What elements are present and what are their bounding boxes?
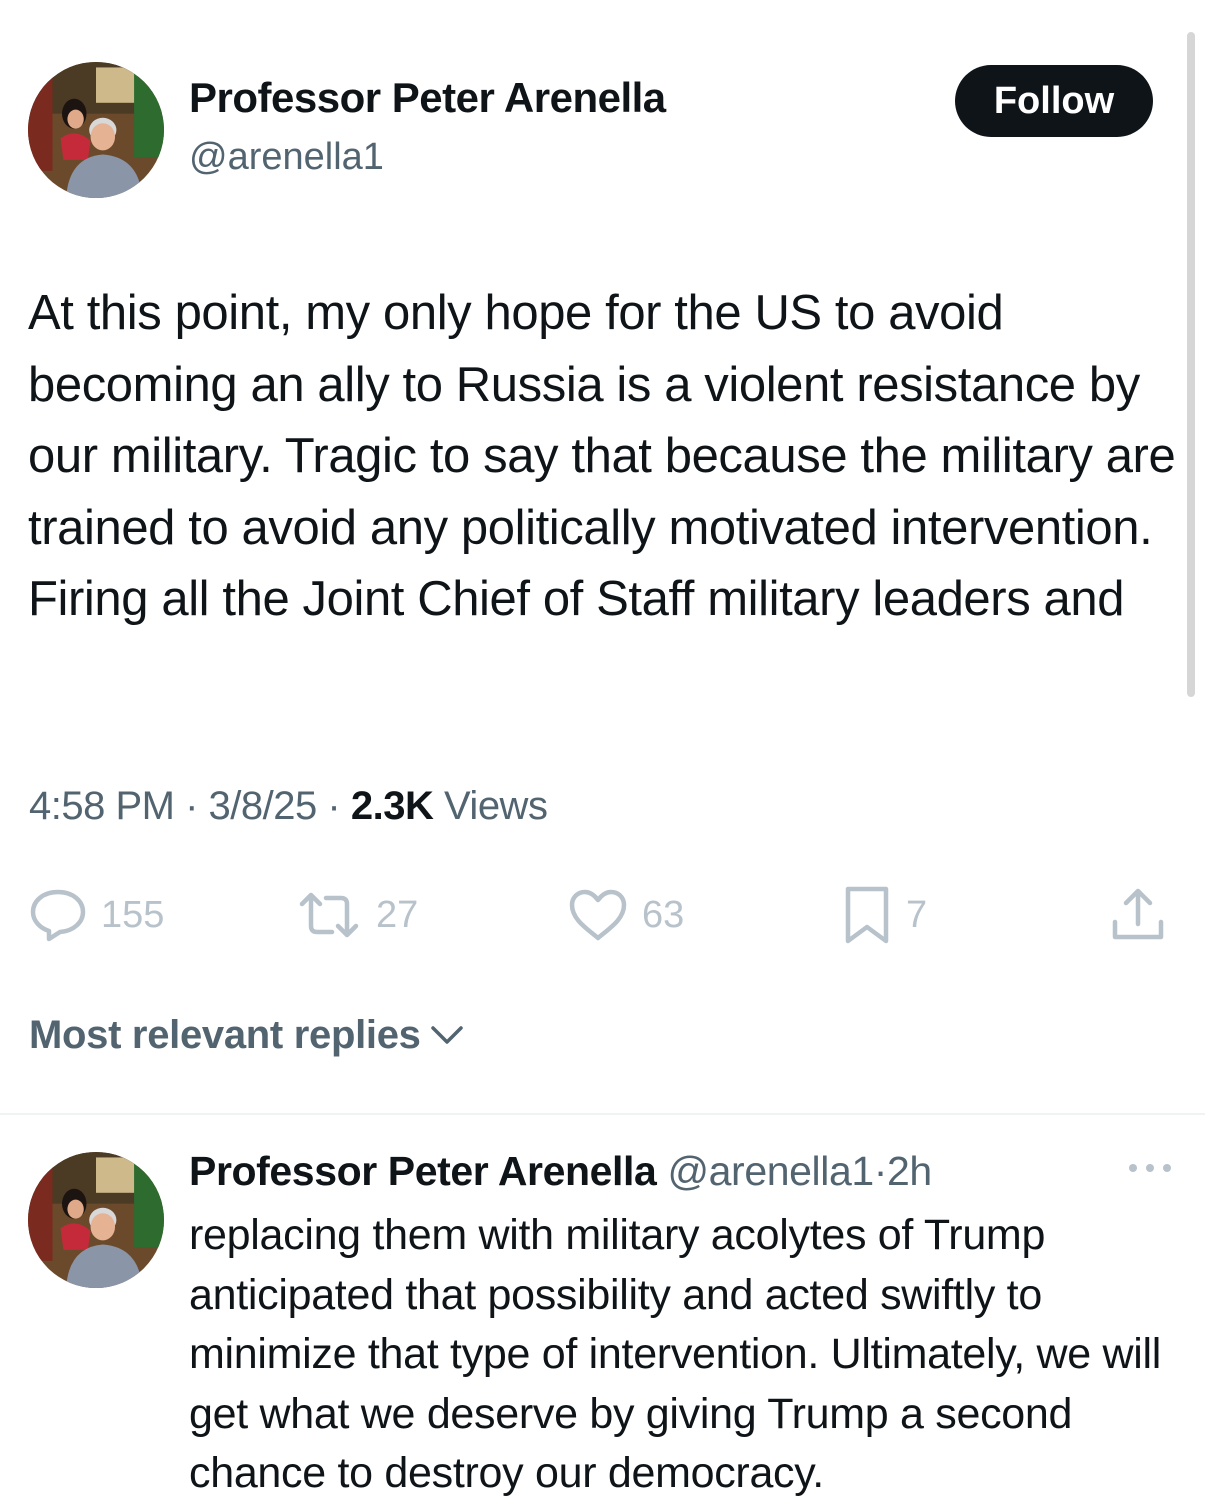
separator: · — [185, 784, 198, 828]
bookmark-icon — [842, 885, 892, 945]
repost-button[interactable]: 27 — [296, 885, 418, 945]
reply-avatar[interactable] — [28, 1152, 164, 1288]
reply-time[interactable]: 2h — [887, 1148, 932, 1194]
like-button[interactable]: 63 — [568, 885, 684, 945]
views-count: 2.3K — [350, 784, 434, 828]
author-name[interactable]: Professor Peter Arenella — [189, 74, 666, 122]
heart-icon — [568, 888, 628, 942]
bookmark-button[interactable]: 7 — [842, 885, 927, 945]
share-icon — [1110, 886, 1166, 944]
reply-header: Professor Peter Arenella @arenella1·2h — [189, 1148, 932, 1195]
reply-author-name[interactable]: Professor Peter Arenella — [189, 1148, 657, 1194]
separator: · — [873, 1148, 888, 1194]
avatar-photo — [28, 1152, 164, 1288]
more-options-button[interactable] — [1124, 1150, 1176, 1190]
replies-sort-label: Most relevant replies — [29, 1013, 421, 1057]
reply-icon — [29, 888, 87, 942]
tweet-date[interactable]: 3/8/25 — [209, 784, 318, 828]
bookmark-count: 7 — [906, 893, 928, 936]
replies-sort-dropdown[interactable]: Most relevant replies — [29, 1013, 465, 1058]
tweet-text: At this point, my only hope for the US t… — [28, 286, 1176, 627]
tweet-time[interactable]: 4:58 PM — [29, 784, 175, 828]
views-label: Views — [443, 784, 548, 828]
chevron-down-icon — [421, 1013, 465, 1058]
like-count: 63 — [642, 893, 685, 936]
separator: · — [327, 784, 341, 828]
repost-icon — [296, 890, 362, 940]
repost-count: 27 — [376, 893, 419, 936]
divider — [0, 1113, 1205, 1115]
author-handle[interactable]: @arenella1 — [189, 136, 384, 179]
more-icon — [1126, 1161, 1174, 1179]
share-button[interactable] — [1110, 885, 1166, 945]
scrollbar[interactable] — [1187, 32, 1195, 697]
avatar[interactable] — [28, 62, 164, 198]
reply-text: replacing them with military acolytes of… — [189, 1211, 1162, 1497]
reply-author-handle[interactable]: @arenella1 — [667, 1148, 874, 1194]
tweet-metadata: 4:58 PM · 3/8/25 · 2.3K Views — [29, 784, 548, 829]
follow-button[interactable]: Follow — [955, 65, 1153, 137]
reply-button[interactable]: 155 — [29, 885, 164, 945]
avatar-photo — [28, 62, 164, 198]
reply-count: 155 — [101, 893, 165, 936]
